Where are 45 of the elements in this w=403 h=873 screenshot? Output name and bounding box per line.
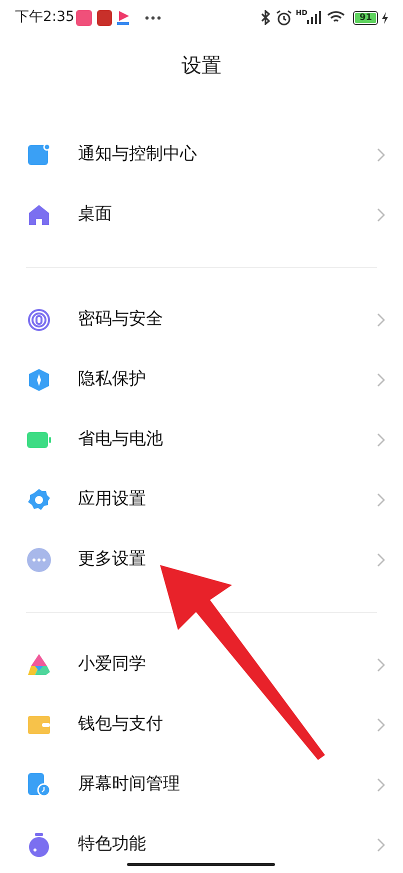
- alarm-clock-icon: [276, 10, 292, 26]
- wallet-icon: [28, 716, 50, 734]
- settings-item[interactable]: 屏幕时间管理: [0, 755, 403, 815]
- settings-item[interactable]: 更多设置: [0, 530, 403, 590]
- chevron-icon: [377, 433, 385, 447]
- bluetooth-icon: [260, 10, 270, 25]
- more-icon: [145, 16, 162, 20]
- gear-icon: [27, 488, 51, 512]
- settings-item[interactable]: 特色功能: [0, 815, 403, 873]
- settings-item[interactable]: 钱包与支付: [0, 695, 403, 755]
- chevron-icon: [377, 718, 385, 732]
- chevron-icon: [377, 658, 385, 672]
- page-title: 设置: [182, 52, 222, 79]
- settings-item[interactable]: 通知与控制中心: [0, 125, 403, 185]
- chevron-icon: [377, 493, 385, 507]
- settings-item[interactable]: 桌面: [0, 185, 403, 245]
- chevron-icon: [377, 208, 385, 222]
- house-icon: [28, 204, 50, 226]
- fingerprint-icon: [28, 309, 50, 331]
- status-time: 下午2:35: [15, 8, 74, 27]
- app-icon: [76, 10, 92, 26]
- wifi-icon: [327, 11, 346, 24]
- settings-item[interactable]: 密码与安全: [0, 290, 403, 350]
- flask-icon: [28, 833, 50, 857]
- chevron-icon: [377, 313, 385, 327]
- more-icon: [27, 548, 51, 572]
- bell-square-icon: [28, 144, 50, 166]
- triangle-logo-icon: [27, 654, 51, 676]
- chevron-icon: [377, 373, 385, 387]
- chevron-icon: [377, 838, 385, 852]
- shield-icon: [28, 369, 50, 391]
- app-icon: [117, 10, 130, 24]
- settings-item[interactable]: 隐私保护: [0, 350, 403, 410]
- signal-icon: [307, 11, 322, 24]
- charging-icon: [382, 12, 388, 24]
- chevron-icon: [377, 148, 385, 162]
- settings-item[interactable]: 应用设置: [0, 470, 403, 530]
- app-icon: [97, 10, 112, 26]
- settings-item[interactable]: 小爱同学: [0, 635, 403, 695]
- chevron-icon: [377, 778, 385, 792]
- chevron-icon: [377, 553, 385, 567]
- settings-item[interactable]: 省电与电池: [0, 410, 403, 470]
- phone-clock-icon: [27, 773, 51, 797]
- battery-icon: [27, 432, 51, 448]
- battery-indicator: 91: [353, 10, 378, 24]
